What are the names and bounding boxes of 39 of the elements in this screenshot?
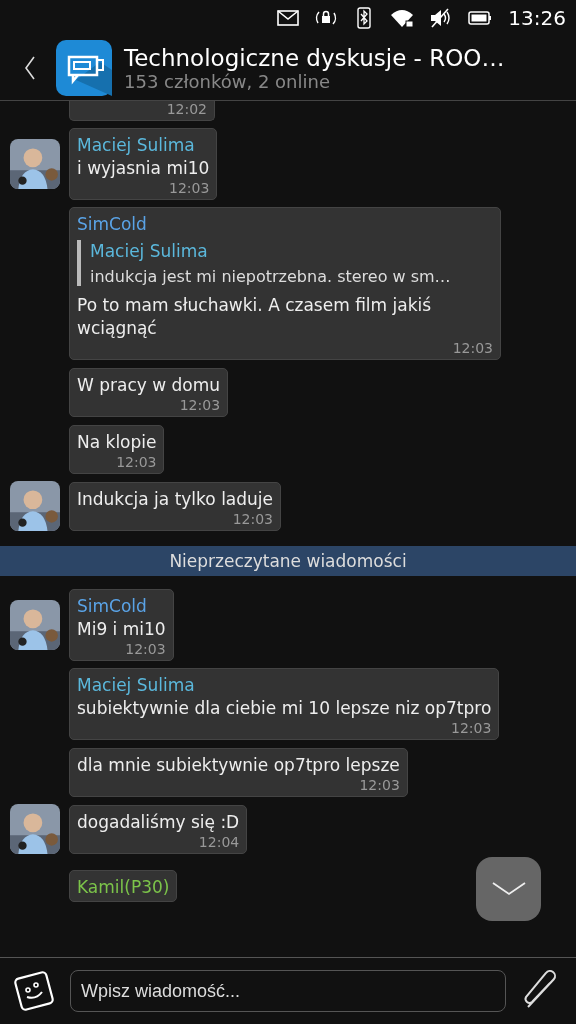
message-time: 12:04 — [198, 833, 240, 851]
message-text: dogadaliśmy się :D — [77, 810, 240, 834]
member-count: 153 członków, 2 online — [124, 70, 330, 92]
message-text: i wyjasnia mi10 — [77, 157, 210, 180]
message-time: 12:03 — [179, 396, 221, 414]
sender-name: Maciej Sulima — [77, 674, 196, 697]
muted-speaker-icon — [428, 7, 453, 29]
quote-bar — [77, 240, 81, 286]
wifi-icon — [390, 7, 415, 29]
message-time: 12:03 — [232, 510, 273, 528]
message-text: dla mnie subiektywnie op7tpro lepsze — [77, 753, 400, 777]
message-time: 12:02 — [166, 101, 207, 118]
message-text: W pracy w domu — [77, 373, 221, 397]
quote-author: Maciej Sulima — [90, 240, 209, 263]
message-time: 12:03 — [450, 720, 492, 737]
quote-text: indukcja jest mi niepotrzebna. stereo w sm… — [90, 267, 451, 286]
message-input[interactable]: Wpisz wiadomość... — [70, 970, 506, 1012]
scroll-down-button[interactable] — [476, 857, 541, 921]
mail-icon — [276, 7, 301, 29]
message-text: Indukcja ja tylko laduje — [77, 487, 273, 511]
chevron-down-icon — [490, 880, 527, 898]
status-time: 13:26 — [508, 6, 566, 30]
sender-name: SimCold — [77, 595, 148, 618]
group-chat-icon — [56, 40, 112, 96]
message-text: Po to mam słuchawki. A czasem film jakiś wciągnąć — [77, 294, 433, 340]
message-time: 12:03 — [452, 340, 493, 357]
message-text: subiektywnie dla ciebie mi 10 lepsze niz op7tpro — [77, 697, 492, 720]
sender-name: Kamil(P30) — [77, 876, 170, 899]
message-time: 12:03 — [359, 776, 400, 794]
sticker-icon[interactable] — [12, 969, 56, 1013]
message-time: 12:03 — [116, 453, 157, 471]
message-time: 12:03 — [168, 180, 210, 197]
sender-name: SimCold — [77, 213, 148, 236]
message-text: Na klopie — [77, 430, 157, 454]
message-time: 12:03 — [125, 641, 166, 658]
chat-title: Technologiczne dyskusje - ROO… — [124, 44, 505, 71]
message-text: Mi9 i mi10 — [77, 618, 166, 641]
back-icon[interactable] — [22, 55, 38, 81]
sender-name: Maciej Sulima — [77, 134, 196, 157]
